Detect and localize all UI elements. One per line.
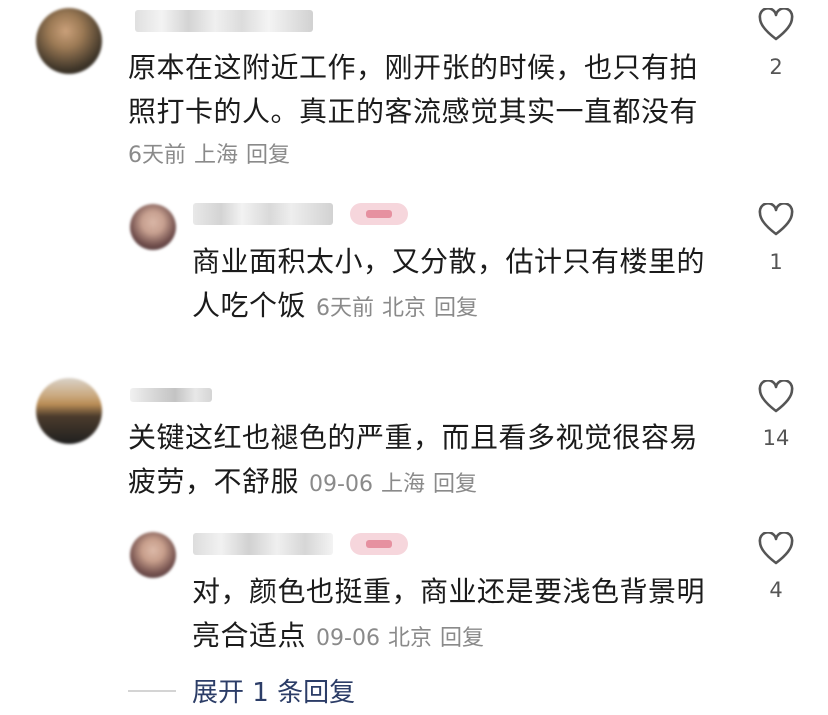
username-redacted[interactable] bbox=[130, 388, 212, 402]
username-redacted[interactable] bbox=[193, 533, 333, 555]
comment-location: 上海 bbox=[194, 143, 239, 168]
expand-divider bbox=[128, 690, 176, 692]
like-count: 2 bbox=[769, 55, 783, 79]
reply-button[interactable]: 回复 bbox=[440, 626, 484, 651]
comment-text: 对，颜色也挺重，商业还是要浅色背景明 亮合适点 09-06 北京 回复 bbox=[192, 575, 706, 652]
username-redacted[interactable] bbox=[193, 203, 333, 225]
avatar[interactable] bbox=[130, 204, 176, 250]
like-count: 4 bbox=[769, 578, 783, 602]
comment-text: 商业面积太小，又分散，估计只有楼里的 人吃个饭 6天前 北京 回复 bbox=[192, 245, 706, 322]
author-badge-redacted bbox=[350, 533, 408, 555]
avatar[interactable] bbox=[36, 378, 102, 444]
heart-outline-icon[interactable] bbox=[758, 532, 794, 566]
comment-text: 原本在这附近工作，刚开张的时候，也只有拍 照打卡的人。真正的客流感觉其实一直都没… bbox=[128, 51, 699, 168]
reply-button[interactable]: 回复 bbox=[434, 296, 478, 321]
like-count: 14 bbox=[762, 426, 790, 450]
avatar[interactable] bbox=[36, 8, 102, 74]
reply-button[interactable]: 回复 bbox=[433, 472, 477, 497]
comment-location: 北京 bbox=[382, 296, 427, 321]
avatar[interactable] bbox=[130, 532, 176, 578]
comment-time: 09-06 bbox=[309, 472, 373, 497]
comment-location: 上海 bbox=[380, 472, 425, 497]
like-count: 1 bbox=[769, 250, 783, 274]
comment-time: 6天前 bbox=[128, 143, 186, 168]
author-badge-redacted bbox=[350, 203, 408, 225]
heart-outline-icon[interactable] bbox=[758, 380, 794, 414]
comment-time: 6天前 bbox=[316, 296, 375, 321]
username-redacted[interactable] bbox=[135, 10, 313, 32]
heart-outline-icon[interactable] bbox=[758, 203, 794, 237]
comment-time: 09-06 bbox=[316, 626, 380, 651]
expand-replies-button[interactable]: 展开 1 条回复 bbox=[192, 672, 355, 709]
comment-text: 关键这红也褪色的严重，而且看多视觉很容易 疲劳，不舒服 09-06 上海 回复 bbox=[128, 421, 699, 498]
heart-outline-icon[interactable] bbox=[758, 8, 794, 42]
comment-location: 北京 bbox=[387, 626, 432, 651]
reply-button[interactable]: 回复 bbox=[246, 143, 290, 168]
